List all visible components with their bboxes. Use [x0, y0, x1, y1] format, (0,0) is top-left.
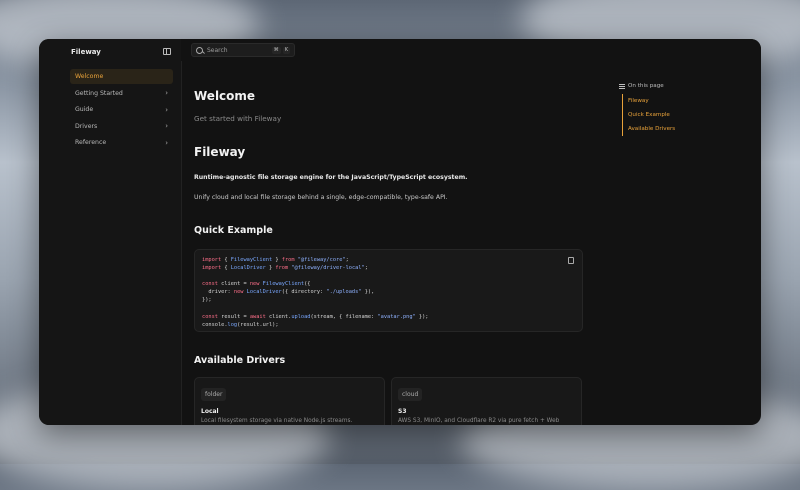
- sidebar-item-drivers[interactable]: Drivers ›: [70, 119, 173, 134]
- lead-text: Runtime-agnostic file storage engine for…: [194, 174, 468, 181]
- driver-card-title: Local: [201, 408, 219, 415]
- sidebar-item-welcome[interactable]: Welcome: [70, 69, 173, 84]
- shortcut-key: ⌘: [271, 46, 281, 54]
- toc-list: Fileway Quick Example Available Drivers: [622, 94, 675, 136]
- toc-item-fileway[interactable]: Fileway: [628, 94, 675, 108]
- sidebar-item-label: Welcome: [75, 73, 104, 80]
- app-window: Fileway Welcome Getting Started › Guide …: [39, 39, 761, 425]
- code-block: import { FilewayClient } from "@fileway/…: [194, 249, 583, 332]
- copy-icon[interactable]: [568, 257, 574, 264]
- sidebar-toggle-icon[interactable]: [163, 48, 171, 55]
- folder-icon: folder: [201, 388, 227, 401]
- search-shortcut: ⌘ K: [271, 46, 290, 54]
- search-placeholder: Search: [207, 46, 228, 54]
- sidebar: Fileway Welcome Getting Started › Guide …: [39, 39, 182, 425]
- cloud-icon: cloud: [398, 388, 423, 401]
- sidebar-item-label: Getting Started: [75, 89, 123, 97]
- top-bar: Search ⌘ K: [181, 39, 761, 61]
- chevron-right-icon: ›: [165, 138, 168, 147]
- page-subtitle: Get started with Fileway: [194, 114, 282, 123]
- section-heading-quick-example: Quick Example: [194, 225, 273, 236]
- chevron-right-icon: ›: [165, 89, 168, 97]
- sidebar-item-label: Drivers: [75, 122, 98, 130]
- toc-title: On this page: [628, 83, 664, 89]
- sidebar-item-guide[interactable]: Guide ›: [70, 102, 173, 117]
- driver-cards: folder Local Local filesystem storage vi…: [194, 377, 583, 425]
- intro-paragraph: Unify cloud and local file storage behin…: [194, 194, 448, 201]
- toc-header: On this page: [619, 83, 675, 89]
- code-content: import { FilewayClient } from "@fileway/…: [202, 257, 429, 328]
- section-heading-fileway: Fileway: [194, 145, 246, 159]
- driver-card-description: AWS S3, MinIO, and Cloudflare R2 via pur…: [398, 418, 560, 424]
- list-icon: [619, 83, 625, 89]
- page-title: Welcome: [194, 89, 256, 103]
- brand-logo[interactable]: Fileway: [71, 48, 101, 56]
- chevron-right-icon: ›: [165, 122, 168, 130]
- driver-card-description: Local filesystem storage via native Node…: [201, 418, 353, 424]
- sidebar-nav: Welcome Getting Started › Guide › Driver…: [70, 69, 173, 152]
- shortcut-key: K: [282, 46, 290, 54]
- driver-card-title: S3: [398, 408, 407, 415]
- sidebar-item-label: Reference: [75, 139, 107, 146]
- sidebar-item-getting-started[interactable]: Getting Started ›: [70, 86, 173, 101]
- search-icon: [196, 46, 203, 54]
- toc-item-available-drivers[interactable]: Available Drivers: [628, 122, 675, 136]
- driver-card-s3[interactable]: cloud S3 AWS S3, MinIO, and Cloudflare R…: [391, 377, 582, 425]
- chevron-right-icon: ›: [165, 105, 168, 114]
- toc-item-quick-example[interactable]: Quick Example: [628, 108, 675, 122]
- section-heading-available-drivers: Available Drivers: [194, 355, 286, 366]
- sidebar-item-label: Guide: [75, 106, 94, 113]
- driver-card-local[interactable]: folder Local Local filesystem storage vi…: [194, 377, 385, 425]
- table-of-contents: On this page Fileway Quick Example Avail…: [619, 83, 675, 136]
- search-input[interactable]: Search ⌘ K: [191, 43, 295, 57]
- sidebar-item-reference[interactable]: Reference ›: [70, 135, 173, 150]
